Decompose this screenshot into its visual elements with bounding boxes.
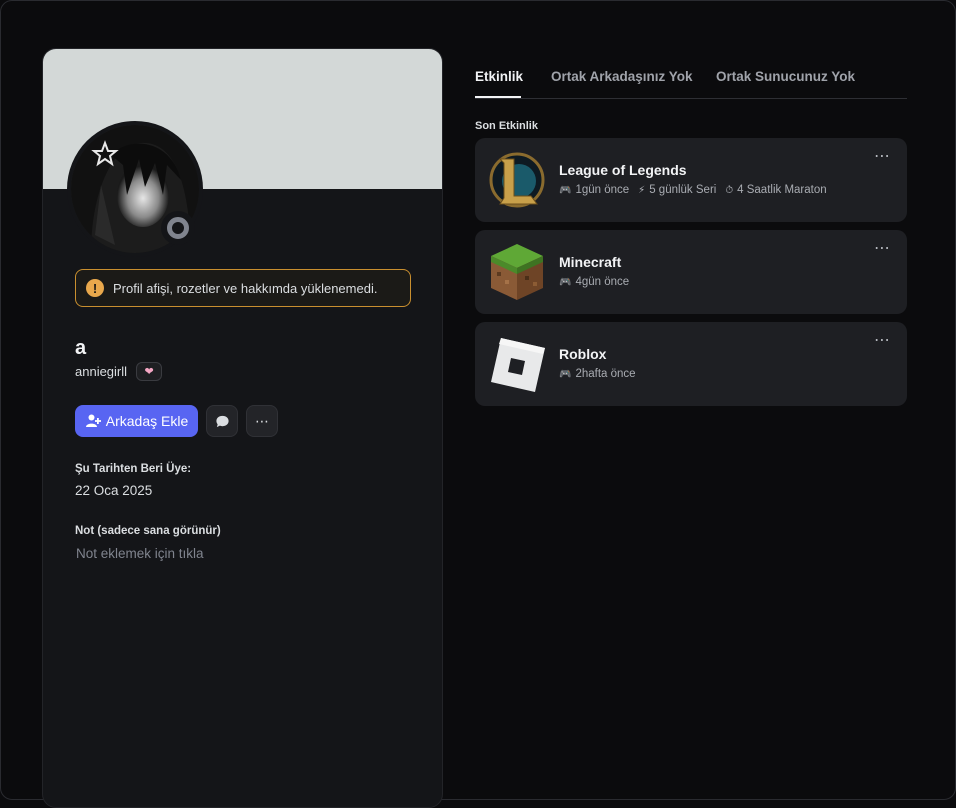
username: anniegirll: [75, 364, 128, 379]
add-user-icon: [85, 414, 101, 427]
warning-text: Profil afişi, rozetler ve hakkımda yükle…: [113, 280, 378, 296]
more-options-button[interactable]: ⋯: [246, 405, 278, 437]
activity-card-minecraft[interactable]: Minecraft 🎮 4gün önce ⋯: [475, 230, 907, 314]
note-label: Not (sadece sana görünür): [75, 525, 221, 537]
meta-text: 4 Saatlik Maraton: [737, 184, 827, 196]
note-input[interactable]: Not eklemek için tıkla: [76, 546, 204, 561]
meta-text: 5 günlük Seri: [649, 184, 717, 196]
profile-card: ! Profil afişi, rozetler ve hakkımda yük…: [42, 48, 443, 808]
league-of-legends-icon: [487, 150, 547, 210]
gamepad-icon: 🎮: [559, 184, 572, 196]
profile-load-warning: ! Profil afişi, rozetler ve hakkımda yük…: [75, 269, 411, 307]
tab-mutual-servers[interactable]: Ortak Sunucunuz Yok: [716, 69, 855, 84]
gamepad-icon: 🎮: [559, 368, 572, 380]
member-since-value: 22 Oca 2025: [75, 483, 153, 498]
profile-tabs: Etkinlik Ortak Arkadaşınız Yok Ortak Sun…: [475, 61, 907, 99]
activity-more-button[interactable]: ⋯: [874, 330, 891, 350]
activity-title: Roblox: [559, 346, 607, 362]
add-friend-button[interactable]: Arkadaş Ekle: [75, 405, 198, 437]
meta-streak: ⚡ 5 günlük Seri: [638, 184, 716, 196]
exclamation-icon: !: [86, 279, 104, 297]
profile-actions: Arkadaş Ekle ⋯: [75, 405, 278, 437]
activity-meta: 🎮 1gün önce ⚡ 5 günlük Seri ⏱ 4 Saatlik …: [559, 184, 827, 196]
add-friend-label: Arkadaş Ekle: [105, 413, 189, 429]
meta-last-played: 🎮 2hafta önce: [559, 368, 636, 380]
active-tab-indicator: [475, 96, 521, 98]
offline-status-icon: [167, 217, 189, 239]
recent-activity-heading: Son Etkinlik: [475, 120, 538, 132]
heart-badge-icon[interactable]: ❤: [136, 362, 163, 381]
meta-last-played: 🎮 4gün önce: [559, 276, 629, 288]
member-since-label: Şu Tarihten Beri Üye:: [75, 463, 192, 475]
ellipsis-icon: ⋯: [255, 412, 269, 429]
status-indicator: [161, 211, 195, 245]
chat-bubble-icon: [215, 415, 229, 427]
gamepad-icon: 🎮: [559, 276, 572, 288]
meta-last-played: 🎮 1gün önce: [559, 184, 629, 196]
activity-title: League of Legends: [559, 162, 687, 178]
profile-window: ! Profil afişi, rozetler ve hakkımda yük…: [0, 0, 956, 808]
activity-meta: 🎮 4gün önce: [559, 276, 629, 288]
display-name: a: [75, 337, 87, 359]
activity-title: Minecraft: [559, 254, 622, 270]
activity-card-league-of-legends[interactable]: League of Legends 🎮 1gün önce ⚡ 5 günlük…: [475, 138, 907, 222]
meta-text: 2hafta önce: [575, 368, 636, 380]
activity-more-button[interactable]: ⋯: [874, 238, 891, 258]
lightning-icon: ⚡: [638, 184, 646, 196]
activity-card-roblox[interactable]: Roblox 🎮 2hafta önce ⋯: [475, 322, 907, 406]
tab-activity[interactable]: Etkinlik: [475, 69, 523, 84]
activity-more-button[interactable]: ⋯: [874, 146, 891, 166]
username-row: anniegirll ❤: [75, 362, 163, 381]
activity-meta: 🎮 2hafta önce: [559, 368, 636, 380]
roblox-icon: [487, 334, 547, 394]
meta-text: 4gün önce: [575, 276, 630, 288]
meta-text: 1gün önce: [575, 184, 630, 196]
minecraft-icon: [487, 242, 547, 302]
meta-marathon: ⏱ 4 Saatlik Maraton: [725, 184, 826, 196]
stopwatch-icon: ⏱: [725, 184, 734, 196]
message-button[interactable]: [206, 405, 238, 437]
tab-mutual-friends[interactable]: Ortak Arkadaşınız Yok: [551, 69, 693, 84]
